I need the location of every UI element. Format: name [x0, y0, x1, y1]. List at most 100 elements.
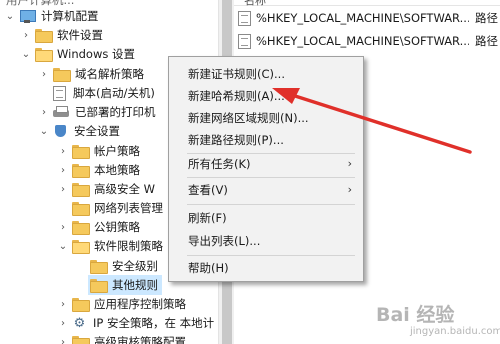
chevron-right-icon[interactable]: › [57, 317, 69, 329]
folder-icon [72, 164, 90, 178]
chevron-right-icon[interactable]: › [57, 298, 69, 310]
folder-icon [72, 183, 90, 197]
tree-item-label: 帐户策略 [94, 144, 140, 158]
menu-item-new-network-zone-rule[interactable]: 新建网络区域规则(N)... [170, 107, 362, 129]
tree-item-security-settings[interactable]: ⌄ 安全设置 [38, 121, 120, 141]
tree-item-label: 域名解析策略 [75, 67, 144, 81]
tree-item-label: 其他规则 [112, 278, 158, 292]
chevron-right-icon[interactable]: › [38, 106, 50, 118]
folder-icon [72, 202, 90, 216]
chevron-right-icon[interactable]: › [38, 68, 50, 80]
rule-name: %HKEY_LOCAL_MACHINE\SOFTWAR... [256, 11, 469, 25]
list-row[interactable]: %HKEY_LOCAL_MACHINE\SOFTWAR... 路径 [238, 8, 500, 28]
printer-icon [53, 105, 69, 119]
tree-item-security-levels[interactable]: 安全级别 [90, 256, 158, 276]
tree-item-public-key-policies[interactable]: › 公钥策略 [57, 217, 140, 237]
menu-item-label: 新建网络区域规则(N)... [188, 111, 309, 125]
chevron-right-icon[interactable]: › [57, 221, 69, 233]
chevron-down-icon[interactable]: ⌄ [38, 125, 50, 137]
folder-icon [35, 29, 53, 43]
menu-item-label: 帮助(H) [188, 261, 229, 275]
tree-item-software-restriction[interactable]: ⌄ 软件限制策略 [57, 236, 163, 256]
rule-name: %HKEY_LOCAL_MACHINE\SOFTWAR... [256, 34, 469, 48]
tree-item-label: 高级安全 W [94, 182, 156, 196]
tree-item-scripts[interactable]: 脚本(启动/关机) [53, 83, 155, 103]
menu-item-new-certificate-rule[interactable]: 新建证书规则(C)... [170, 63, 362, 85]
watermark: Bai 经验 jingyan.baidu.com [376, 300, 500, 340]
shield-icon [53, 124, 68, 139]
tree-item-label: 应用程序控制策略 [94, 297, 186, 311]
tree-item-windows-settings[interactable]: ⌄ Windows 设置 [20, 44, 135, 64]
tree-item-label: 本地策略 [94, 163, 140, 177]
menu-item-export-list[interactable]: 导出列表(L)... [170, 230, 362, 252]
tree-item-local-policies[interactable]: › 本地策略 [57, 160, 140, 180]
tree-item-label: 脚本(启动/关机) [73, 86, 155, 100]
tree-item-software-settings[interactable]: › 软件设置 [20, 25, 103, 45]
tree-item-label: Windows 设置 [57, 47, 135, 61]
chevron-right-icon[interactable]: › [57, 183, 69, 195]
tree-item-name-resolution-policy[interactable]: › 域名解析策略 [38, 64, 144, 84]
tree-item-advanced-security[interactable]: › 高级安全 W [57, 179, 155, 199]
watermark-url: jingyan.baidu.com [410, 326, 500, 337]
menu-separator [187, 177, 355, 178]
menu-separator [187, 204, 355, 205]
tree-item-label: 公钥策略 [94, 220, 140, 234]
rule-icon [238, 33, 251, 49]
menu-separator [187, 255, 355, 256]
folder-icon [90, 279, 108, 293]
script-icon [53, 85, 66, 101]
submenu-arrow-icon: › [347, 157, 352, 170]
tree-item-label: 安全设置 [74, 124, 120, 138]
menu-item-help[interactable]: 帮助(H) [170, 257, 362, 279]
submenu-arrow-icon: › [347, 183, 352, 196]
computer-icon [19, 9, 36, 23]
chevron-right-icon[interactable]: › [57, 145, 69, 157]
chevron-down-icon[interactable]: ⌄ [4, 10, 16, 22]
tree-item-account-policies[interactable]: › 帐户策略 [57, 141, 140, 161]
chevron-right-icon[interactable]: › [57, 336, 69, 344]
menu-item-all-tasks[interactable]: 所有任务(K) › [170, 153, 362, 175]
menu-item-label: 新建路径规则(P)... [188, 133, 284, 147]
tree-item-computer-config[interactable]: ⌄ 计算机配置 [4, 6, 99, 26]
chevron-right-icon[interactable]: › [57, 164, 69, 176]
folder-icon [72, 145, 90, 159]
rule-type: 路径 [475, 34, 498, 48]
list-column-header[interactable]: 名称 [234, 0, 500, 7]
menu-item-new-path-rule[interactable]: 新建路径规则(P)... [170, 129, 362, 151]
context-menu: 新建证书规则(C)... 新建哈希规则(A)... 新建网络区域规则(N)...… [168, 56, 364, 282]
folder-open-icon [72, 240, 90, 254]
menu-item-label: 所有任务(K) [188, 157, 251, 171]
rule-icon [238, 10, 251, 26]
tree-item-advanced-audit[interactable]: › 高级审核策略配置 [57, 332, 186, 344]
tree-item-label: 网络列表管理 [94, 201, 163, 215]
menu-item-view[interactable]: 查看(V) › [170, 179, 362, 201]
tree-item-label: 已部署的打印机 [75, 105, 156, 119]
tree-item-label: 软件设置 [57, 28, 103, 42]
tree-item-network-list-manager[interactable]: 网络列表管理 [72, 198, 163, 218]
chevron-down-icon[interactable]: ⌄ [57, 240, 69, 252]
gear-icon: ⚙ [73, 315, 86, 331]
watermark-brand: Bai 经验 [376, 304, 455, 326]
menu-item-refresh[interactable]: 刷新(F) [170, 207, 362, 229]
folder-icon [90, 260, 108, 274]
tree-item-ip-security[interactable]: › ⚙ IP 安全策略，在 本地计 [57, 313, 214, 333]
chevron-right-icon[interactable]: › [20, 29, 32, 41]
list-row[interactable]: %HKEY_LOCAL_MACHINE\SOFTWAR... 路径 [238, 31, 500, 51]
column-name-label: 名称 [244, 0, 266, 7]
menu-item-label: 查看(V) [188, 183, 228, 197]
rule-type: 路径 [475, 11, 498, 25]
tree-item-label: 计算机配置 [41, 9, 99, 23]
folder-icon [72, 298, 90, 312]
tree-item-deployed-printers[interactable]: › 已部署的打印机 [38, 102, 156, 122]
menu-item-label: 导出列表(L)... [188, 234, 261, 248]
menu-item-new-hash-rule[interactable]: 新建哈希规则(A)... [170, 85, 362, 107]
tree-item-label: 软件限制策略 [94, 239, 163, 253]
folder-open-icon [35, 48, 53, 62]
chevron-down-icon[interactable]: ⌄ [20, 48, 32, 60]
tree-item-label: 安全级别 [112, 259, 158, 273]
folder-icon [72, 336, 90, 344]
tree-item-app-control-policies[interactable]: › 应用程序控制策略 [57, 294, 186, 314]
menu-item-label: 新建证书规则(C)... [188, 67, 285, 81]
tree-item-additional-rules[interactable]: 其他规则 [88, 275, 162, 295]
menu-item-label: 刷新(F) [188, 211, 227, 225]
